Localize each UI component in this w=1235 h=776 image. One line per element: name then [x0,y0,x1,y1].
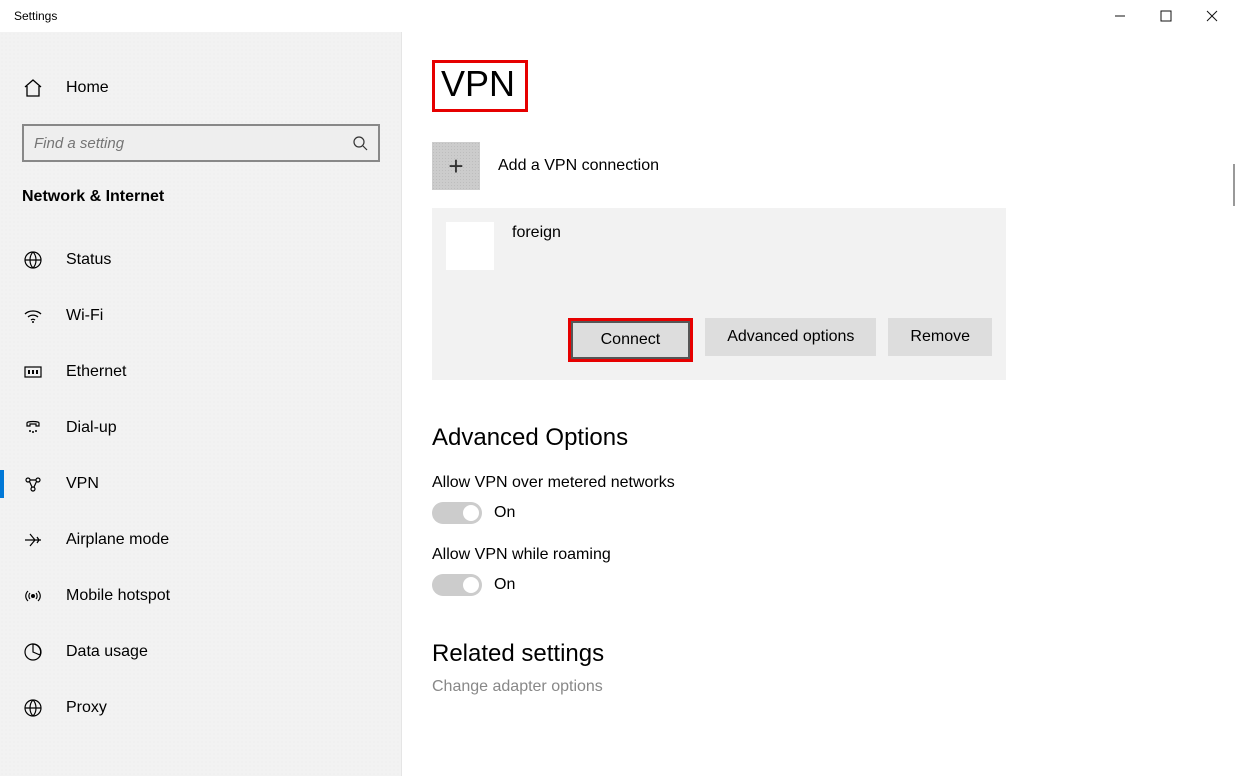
vpn-icon [22,474,44,494]
search-box[interactable] [22,124,380,162]
add-vpn-row[interactable]: + Add a VPN connection [432,142,1235,190]
status-icon [22,250,44,270]
related-settings-header: Related settings [432,640,1235,668]
sidebar-item-label: Ethernet [66,363,126,381]
advanced-options-header: Advanced Options [432,424,1235,452]
minimize-button[interactable] [1097,0,1143,32]
sidebar-item-proxy[interactable]: Proxy [0,680,401,736]
roaming-state: On [494,576,515,594]
wifi-icon [22,306,44,326]
metered-state: On [494,504,515,522]
plus-icon: + [432,142,480,190]
category-header: Network & Internet [0,172,401,214]
main-content: VPN + Add a VPN connection foreign Conne… [402,32,1235,776]
sidebar-item-label: VPN [66,475,99,493]
roaming-label: Allow VPN while roaming [432,546,1235,564]
hotspot-icon [22,586,44,606]
roaming-toggle[interactable] [432,574,482,596]
sidebar-item-label: Airplane mode [66,531,169,549]
search-input[interactable] [34,135,334,152]
sidebar-item-label: Mobile hotspot [66,587,170,605]
sidebar-item-dialup[interactable]: Dial-up [0,400,401,456]
connect-button[interactable]: Connect [571,321,691,359]
remove-button[interactable]: Remove [888,318,992,356]
home-icon [22,78,44,98]
airplane-icon [22,530,44,550]
metered-toggle[interactable] [432,502,482,524]
dialup-icon [22,418,44,438]
sidebar-item-status[interactable]: Status [0,232,401,288]
sidebar-item-label: Proxy [66,699,107,717]
sidebar-item-label: Status [66,251,111,269]
ethernet-icon [22,362,44,382]
close-button[interactable] [1189,0,1235,32]
sidebar-item-label: Data usage [66,643,148,661]
vpn-connection-icon [446,222,494,270]
sidebar-item-label: Wi-Fi [66,307,103,325]
proxy-icon [22,698,44,718]
data-usage-icon [22,642,44,662]
advanced-options-button[interactable]: Advanced options [705,318,876,356]
titlebar: Settings [0,0,1235,32]
maximize-button[interactable] [1143,0,1189,32]
sidebar-item-datausage[interactable]: Data usage [0,624,401,680]
sidebar-item-airplane[interactable]: Airplane mode [0,512,401,568]
window-controls [1097,0,1235,32]
sidebar-item-wifi[interactable]: Wi-Fi [0,288,401,344]
home-label: Home [66,79,109,97]
search-icon [352,135,368,151]
sidebar-item-label: Dial-up [66,419,117,437]
vpn-connection-name: foreign [512,222,561,242]
sidebar-item-ethernet[interactable]: Ethernet [0,344,401,400]
sidebar: Home Network & Internet Status Wi-Fi [0,32,402,776]
sidebar-item-vpn[interactable]: VPN [0,456,401,512]
home-nav[interactable]: Home [0,60,401,116]
change-adapter-link[interactable]: Change adapter options [432,678,1235,696]
vpn-connection-card[interactable]: foreign Connect Advanced options Remove [432,208,1006,380]
sidebar-item-hotspot[interactable]: Mobile hotspot [0,568,401,624]
page-title: VPN [432,60,528,112]
metered-label: Allow VPN over metered networks [432,474,1235,492]
add-vpn-label: Add a VPN connection [498,157,659,175]
window-title: Settings [0,9,57,23]
